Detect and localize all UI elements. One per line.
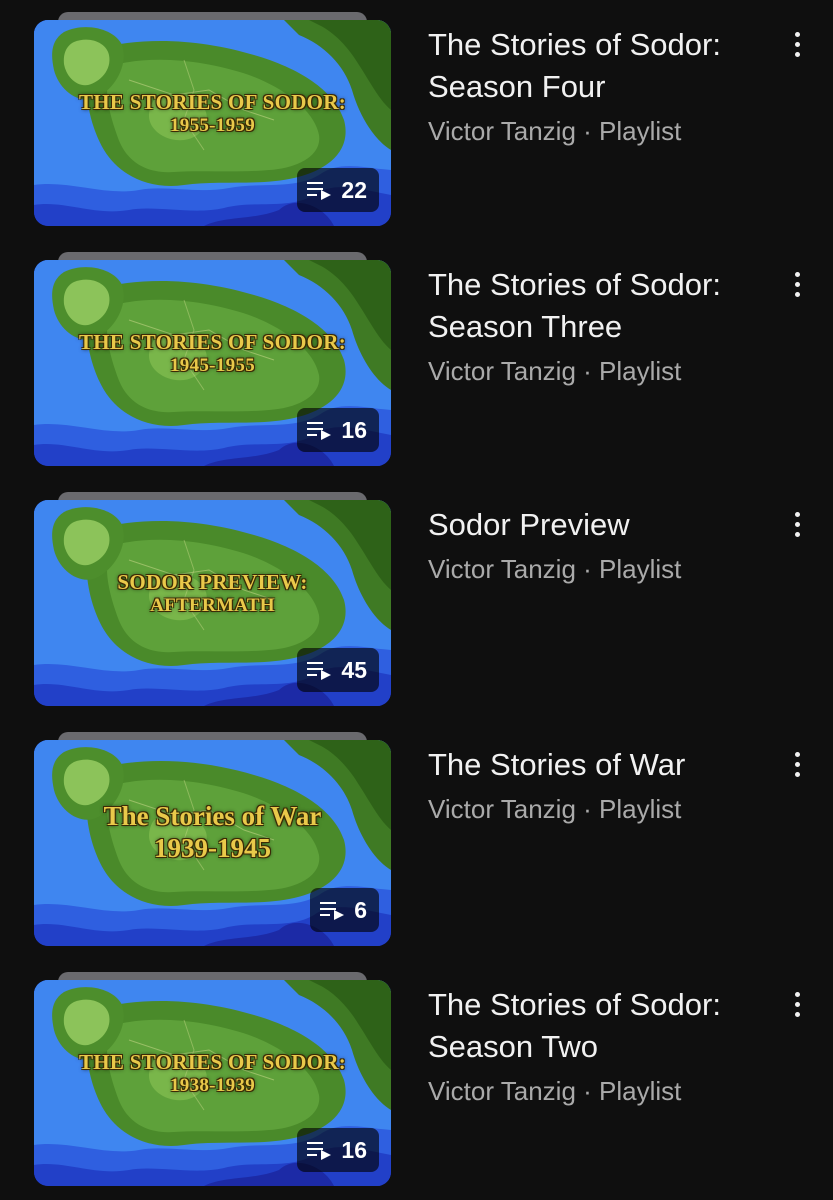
playlist-subtitle: Victor Tanzig · Playlist — [428, 356, 682, 386]
playlist-play-icon — [320, 902, 345, 920]
more-vertical-icon[interactable] — [780, 270, 814, 312]
video-count-badge: 16 — [297, 1128, 379, 1172]
playlist-item[interactable]: THE STORIES OF SODOR: 1938-1939 16 The S… — [0, 972, 833, 1192]
playlist-play-icon — [307, 1142, 332, 1160]
thumbnail-title-text: THE STORIES OF SODOR: 1945-1955 — [78, 330, 347, 377]
playlist-meta[interactable]: The Stories of War Victor Tanzig · Playl… — [428, 744, 773, 826]
playlist-thumbnail[interactable]: The Stories of War 1939-1945 6 — [34, 732, 391, 946]
thumbnail-title-text: THE STORIES OF SODOR: 1938-1939 — [78, 1050, 347, 1097]
playlist-play-icon — [307, 422, 332, 440]
more-vertical-icon[interactable] — [780, 30, 814, 72]
thumbnail-title-text: THE STORIES OF SODOR: 1955-1959 — [78, 90, 347, 137]
playlist-subtitle: Victor Tanzig · Playlist — [428, 1076, 682, 1106]
playlist-list: THE STORIES OF SODOR: 1955-1959 22 The S… — [0, 0, 833, 1200]
playlist-thumbnail[interactable]: THE STORIES OF SODOR: 1945-1955 16 — [34, 252, 391, 466]
video-count-badge: 45 — [297, 648, 379, 692]
playlist-meta[interactable]: The Stories of Sodor: Season Three Victo… — [428, 264, 773, 388]
thumbnail-title-text: SODOR PREVIEW: AFTERMATH — [117, 570, 308, 617]
playlist-item[interactable]: THE STORIES OF SODOR: 1945-1955 16 The S… — [0, 252, 833, 472]
playlist-title[interactable]: The Stories of War — [428, 744, 773, 786]
video-count-badge: 22 — [297, 168, 379, 212]
playlist-item[interactable]: The Stories of War 1939-1945 6 The Stori… — [0, 732, 833, 952]
playlist-thumbnail[interactable]: THE STORIES OF SODOR: 1938-1939 16 — [34, 972, 391, 1186]
video-count: 22 — [341, 176, 367, 203]
video-count: 6 — [354, 896, 367, 923]
playlist-thumbnail[interactable]: SODOR PREVIEW: AFTERMATH 45 — [34, 492, 391, 706]
thumbnail-title-text: The Stories of War 1939-1945 — [103, 801, 322, 864]
playlist-play-icon — [307, 182, 332, 200]
playlist-subtitle: Victor Tanzig · Playlist — [428, 794, 682, 824]
playlist-subtitle: Victor Tanzig · Playlist — [428, 554, 682, 584]
playlist-subtitle: Victor Tanzig · Playlist — [428, 116, 682, 146]
playlist-meta[interactable]: The Stories of Sodor: Season Four Victor… — [428, 24, 773, 148]
video-count: 16 — [341, 1136, 367, 1163]
playlist-title[interactable]: The Stories of Sodor: Season Two — [428, 984, 773, 1068]
video-count: 16 — [341, 416, 367, 443]
playlist-title[interactable]: The Stories of Sodor: Season Three — [428, 264, 773, 348]
video-count-badge: 16 — [297, 408, 379, 452]
playlist-thumbnail[interactable]: THE STORIES OF SODOR: 1955-1959 22 — [34, 12, 391, 226]
more-vertical-icon[interactable] — [780, 750, 814, 792]
playlist-play-icon — [307, 662, 332, 680]
video-count-badge: 6 — [310, 888, 379, 932]
playlist-meta[interactable]: The Stories of Sodor: Season Two Victor … — [428, 984, 773, 1108]
playlist-title[interactable]: The Stories of Sodor: Season Four — [428, 24, 773, 108]
playlist-meta[interactable]: Sodor Preview Victor Tanzig · Playlist — [428, 504, 773, 586]
more-vertical-icon[interactable] — [780, 510, 814, 552]
playlist-item[interactable]: SODOR PREVIEW: AFTERMATH 45 Sodor Previe… — [0, 492, 833, 712]
more-vertical-icon[interactable] — [780, 990, 814, 1032]
playlist-item[interactable]: THE STORIES OF SODOR: 1955-1959 22 The S… — [0, 12, 833, 232]
video-count: 45 — [341, 656, 367, 683]
playlist-title[interactable]: Sodor Preview — [428, 504, 773, 546]
